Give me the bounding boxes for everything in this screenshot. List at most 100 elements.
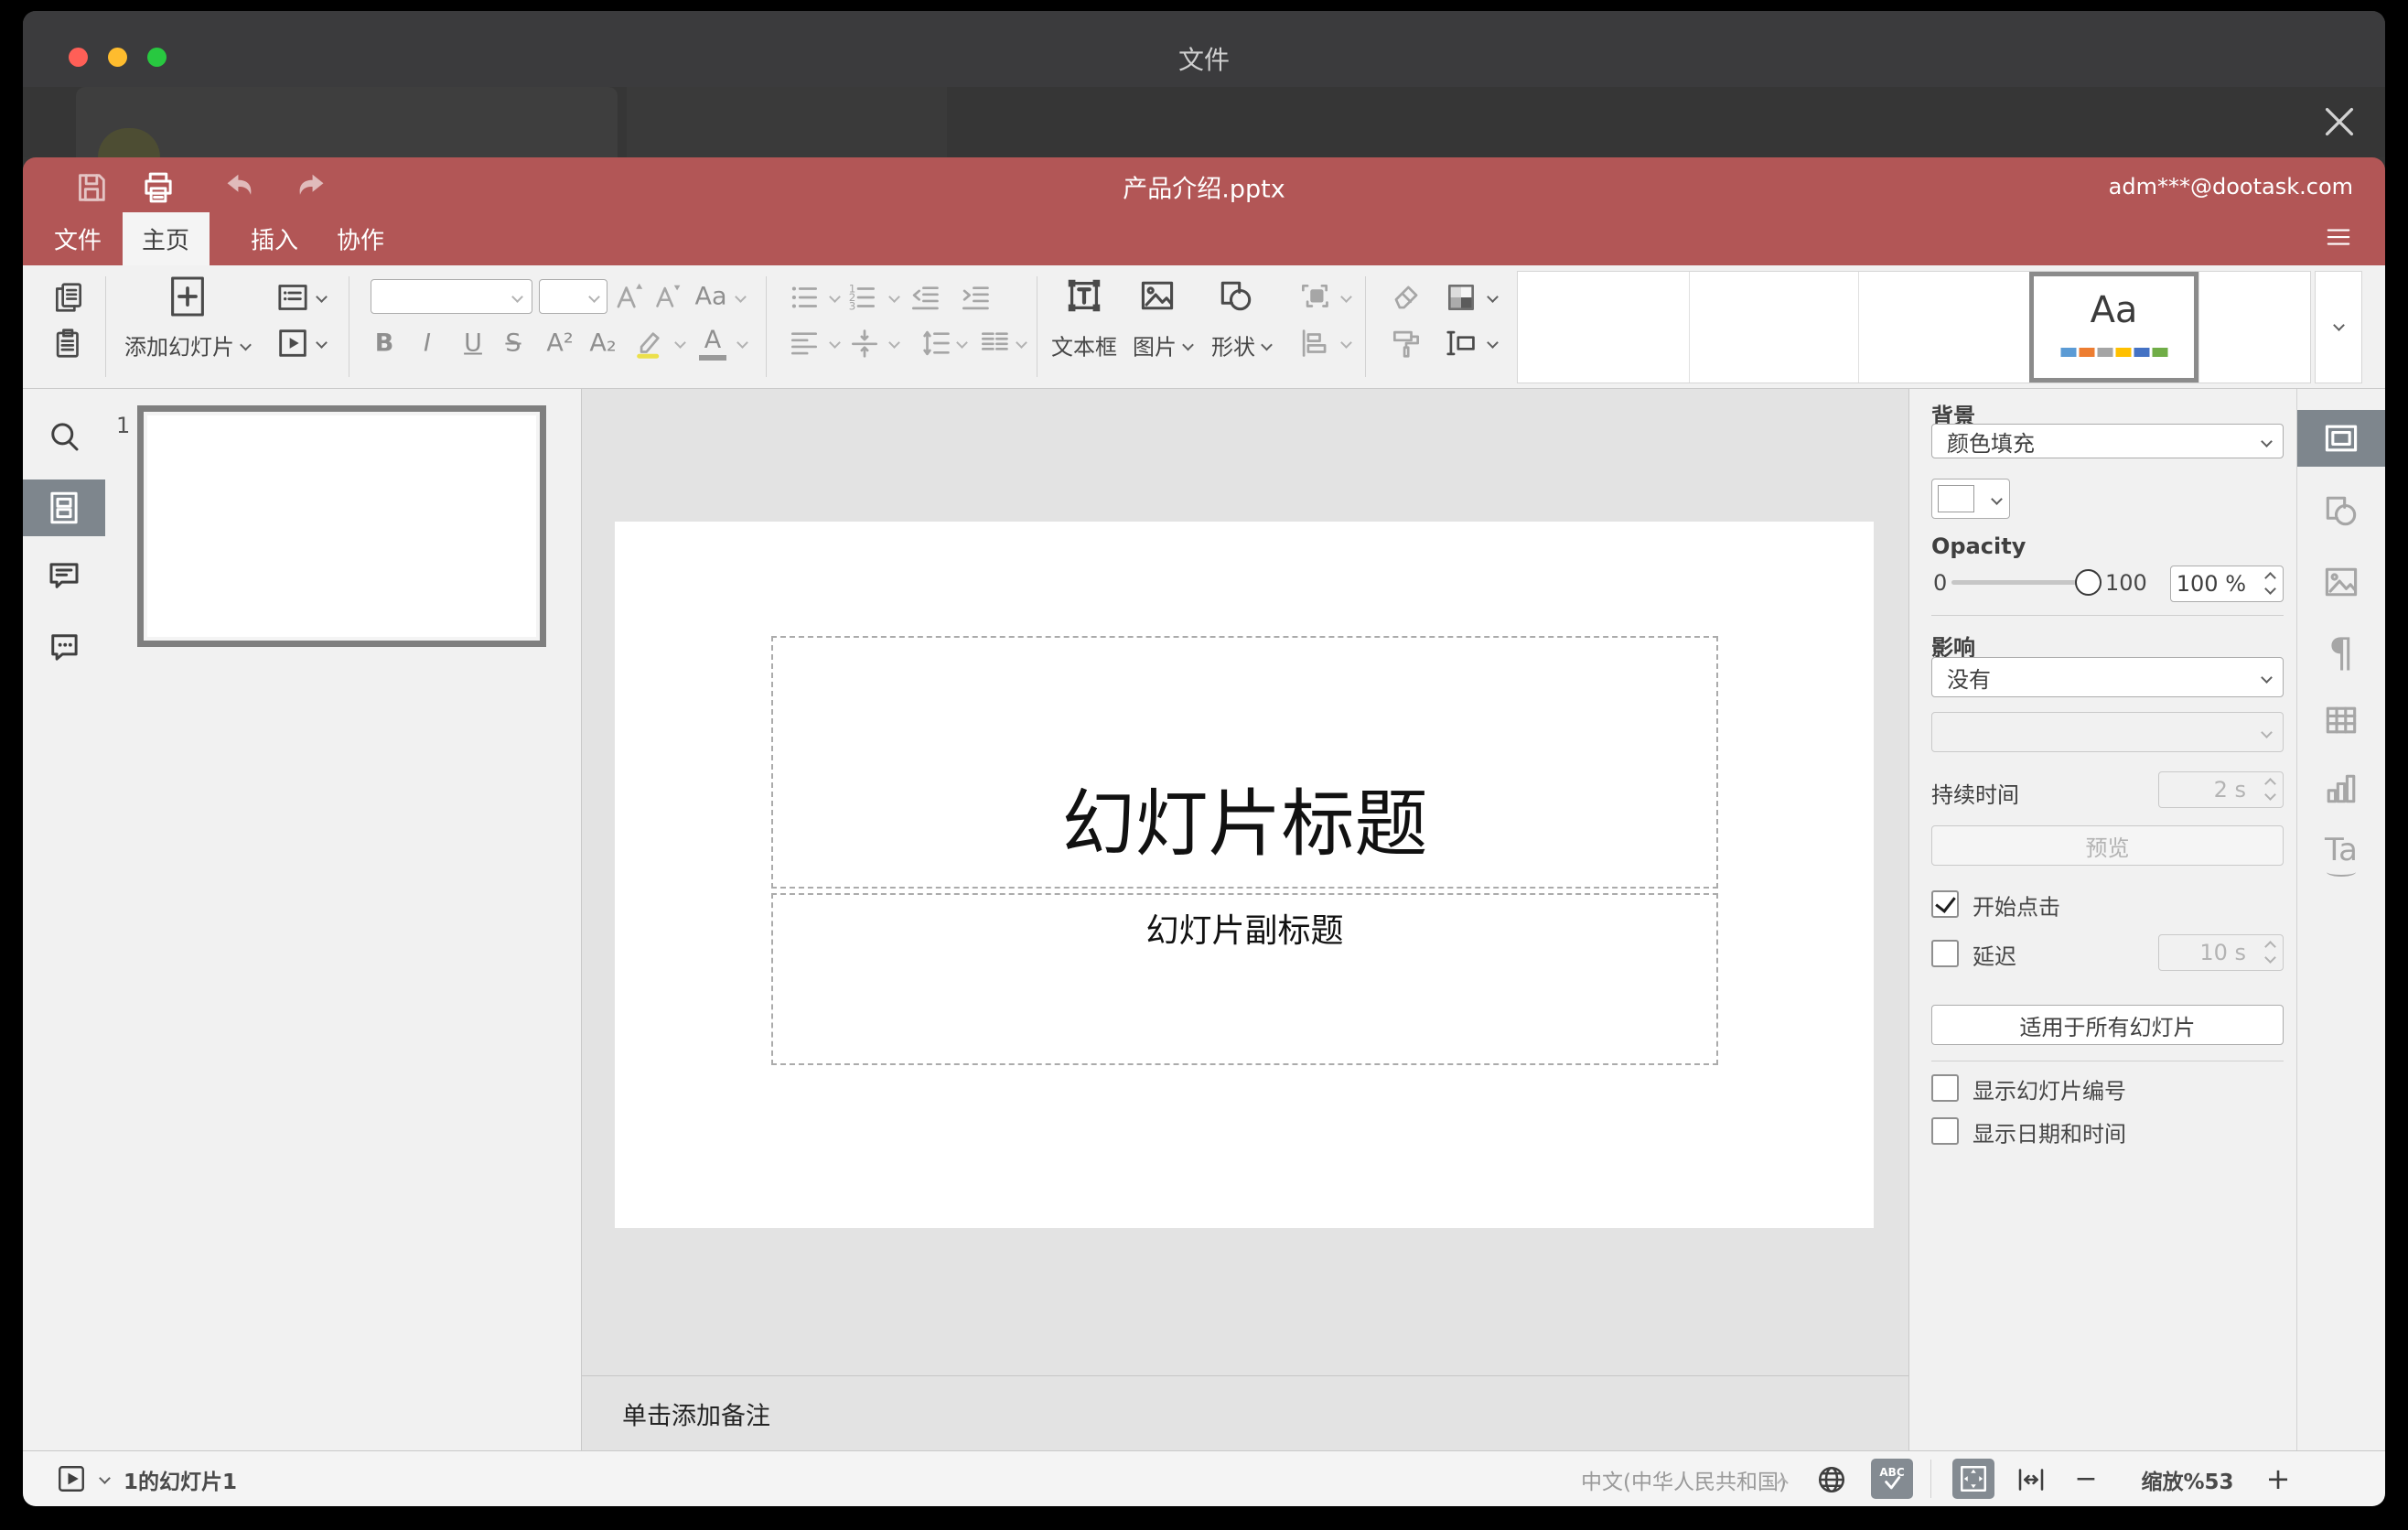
print-icon[interactable]	[139, 168, 177, 207]
theme-blank-3[interactable]	[1858, 272, 2029, 382]
start-slideshow-icon[interactable]	[274, 325, 311, 361]
chat-icon[interactable]	[45, 628, 83, 666]
zoom-in-button[interactable]: +	[2266, 1461, 2291, 1496]
color-scheme-chevron-icon[interactable]	[1487, 292, 1498, 303]
textbox-label[interactable]: 文本框	[1051, 329, 1117, 361]
align-text-chevron-icon[interactable]	[829, 338, 840, 349]
search-icon[interactable]	[45, 417, 83, 456]
copy-style-icon[interactable]	[1389, 326, 1424, 361]
copy-icon[interactable]	[51, 280, 86, 315]
slide-title-placeholder[interactable]: 幻灯片标题	[771, 636, 1718, 889]
language-label[interactable]: 中文(中华人民共和国)	[1581, 1464, 1787, 1495]
align-shapes-icon[interactable]	[1297, 326, 1332, 361]
shape-icon[interactable]	[1216, 275, 1256, 316]
paragraph-settings-icon[interactable]: ¶	[2328, 630, 2354, 677]
table-settings-icon[interactable]	[2321, 700, 2361, 740]
vertical-align-chevron-icon[interactable]	[888, 338, 899, 349]
traffic-close-button[interactable]	[69, 48, 88, 67]
slides-tab-selected[interactable]	[23, 479, 105, 536]
align-shapes-chevron-icon[interactable]	[1340, 338, 1351, 349]
theme-selected[interactable]: Aa	[2029, 272, 2198, 382]
chart-settings-icon[interactable]	[2321, 769, 2361, 809]
fit-slide-toggle[interactable]	[1952, 1459, 1994, 1499]
image-icon[interactable]	[1137, 275, 1177, 316]
change-case-chevron-icon[interactable]	[735, 292, 746, 303]
numbered-list-chevron-icon[interactable]	[888, 292, 899, 303]
line-spacing-chevron-icon[interactable]	[956, 338, 967, 349]
tab-home[interactable]: 主页	[142, 222, 189, 256]
slide-size-icon[interactable]	[1444, 326, 1478, 361]
add-slide-button[interactable]: 添加幻灯片	[124, 329, 251, 361]
arrange-icon[interactable]	[1297, 280, 1332, 315]
background-fill-select[interactable]: 颜色填充	[1931, 424, 2284, 458]
change-case-icon[interactable]: Aa	[694, 283, 726, 311]
delay-checkbox[interactable]	[1931, 940, 1959, 967]
fit-width-icon[interactable]	[2015, 1463, 2048, 1496]
strikethrough-icon[interactable]: S	[505, 329, 521, 358]
paste-icon[interactable]	[51, 326, 86, 361]
arrange-chevron-icon[interactable]	[1340, 292, 1351, 303]
opacity-slider-track[interactable]	[1951, 580, 2083, 585]
slide-layout-icon[interactable]	[274, 279, 311, 316]
theme-blank-2[interactable]	[1689, 272, 1858, 382]
language-caret-icon[interactable]	[1777, 1475, 1788, 1486]
slide-subtitle-placeholder[interactable]: 幻灯片副标题	[771, 893, 1718, 1065]
spellcheck-toggle[interactable]: ABC	[1871, 1459, 1913, 1499]
start-on-click-checkbox[interactable]	[1931, 890, 1959, 918]
fill-color-swatch-button[interactable]	[1931, 479, 2010, 519]
bullet-list-chevron-icon[interactable]	[829, 292, 840, 303]
italic-icon[interactable]: I	[424, 329, 431, 358]
show-slide-number-checkbox[interactable]	[1931, 1074, 1959, 1102]
redo-icon[interactable]	[294, 170, 328, 205]
opacity-spinner[interactable]: 100 %	[2170, 566, 2284, 602]
start-slideshow-chevron-icon[interactable]	[316, 338, 327, 349]
image-settings-icon[interactable]	[2321, 562, 2361, 602]
slide-layout-chevron-icon[interactable]	[316, 292, 327, 303]
columns-chevron-icon[interactable]	[1016, 338, 1027, 349]
show-date-time-checkbox[interactable]	[1931, 1117, 1959, 1145]
save-icon[interactable]	[73, 169, 110, 206]
effect-select[interactable]: 没有	[1931, 657, 2284, 697]
notes-bar[interactable]: 单击添加备注	[582, 1375, 1908, 1450]
font-color-icon[interactable]: A	[699, 328, 726, 361]
clear-style-icon[interactable]	[1389, 280, 1424, 315]
slide-thumbnail[interactable]	[137, 405, 546, 647]
theme-blank-4[interactable]	[2198, 272, 2312, 382]
decrease-indent-icon[interactable]	[908, 280, 942, 315]
highlight-color-chevron-icon[interactable]	[674, 338, 685, 349]
menu-icon[interactable]	[2321, 223, 2356, 251]
columns-icon[interactable]	[977, 326, 1012, 361]
tab-insert[interactable]: 插入	[251, 222, 298, 256]
comments-icon[interactable]	[45, 557, 83, 596]
traffic-zoom-button[interactable]	[147, 48, 167, 67]
slide-canvas[interactable]: 幻灯片标题 幻灯片副标题	[615, 522, 1874, 1228]
traffic-minimize-button[interactable]	[108, 48, 127, 67]
globe-icon[interactable]	[1815, 1463, 1848, 1496]
image-button[interactable]: 图片	[1133, 329, 1193, 361]
underline-icon[interactable]: U	[464, 329, 482, 358]
theme-blank-1[interactable]	[1518, 272, 1689, 382]
shape-settings-icon[interactable]	[2321, 490, 2361, 531]
shape-button[interactable]: 形状	[1211, 329, 1272, 361]
slide-settings-tab-selected[interactable]	[2297, 410, 2385, 467]
decrease-font-icon[interactable]	[650, 280, 683, 313]
zoom-out-button[interactable]: −	[2074, 1463, 2097, 1495]
slide-size-chevron-icon[interactable]	[1487, 338, 1498, 349]
subscript-icon[interactable]: A₂	[589, 329, 616, 358]
tab-collaboration[interactable]: 协作	[337, 222, 384, 256]
align-text-icon[interactable]	[787, 326, 822, 361]
vertical-align-icon[interactable]	[847, 326, 882, 361]
tab-file[interactable]: 文件	[54, 222, 102, 256]
font-size-select[interactable]	[539, 279, 607, 314]
increase-font-icon[interactable]	[611, 279, 646, 314]
increase-indent-icon[interactable]	[958, 280, 993, 315]
textart-settings-icon[interactable]: Ta	[2321, 835, 2361, 880]
font-color-chevron-icon[interactable]	[736, 338, 747, 349]
color-scheme-icon[interactable]	[1444, 280, 1478, 315]
slideshow-chevron-icon[interactable]	[99, 1473, 110, 1484]
numbered-list-icon[interactable]: 123	[844, 280, 879, 315]
bullet-list-icon[interactable]	[787, 280, 822, 315]
undo-icon[interactable]	[222, 170, 257, 205]
theme-gallery-expand-button[interactable]	[2315, 271, 2362, 383]
start-slideshow-status-icon[interactable]	[55, 1463, 88, 1494]
